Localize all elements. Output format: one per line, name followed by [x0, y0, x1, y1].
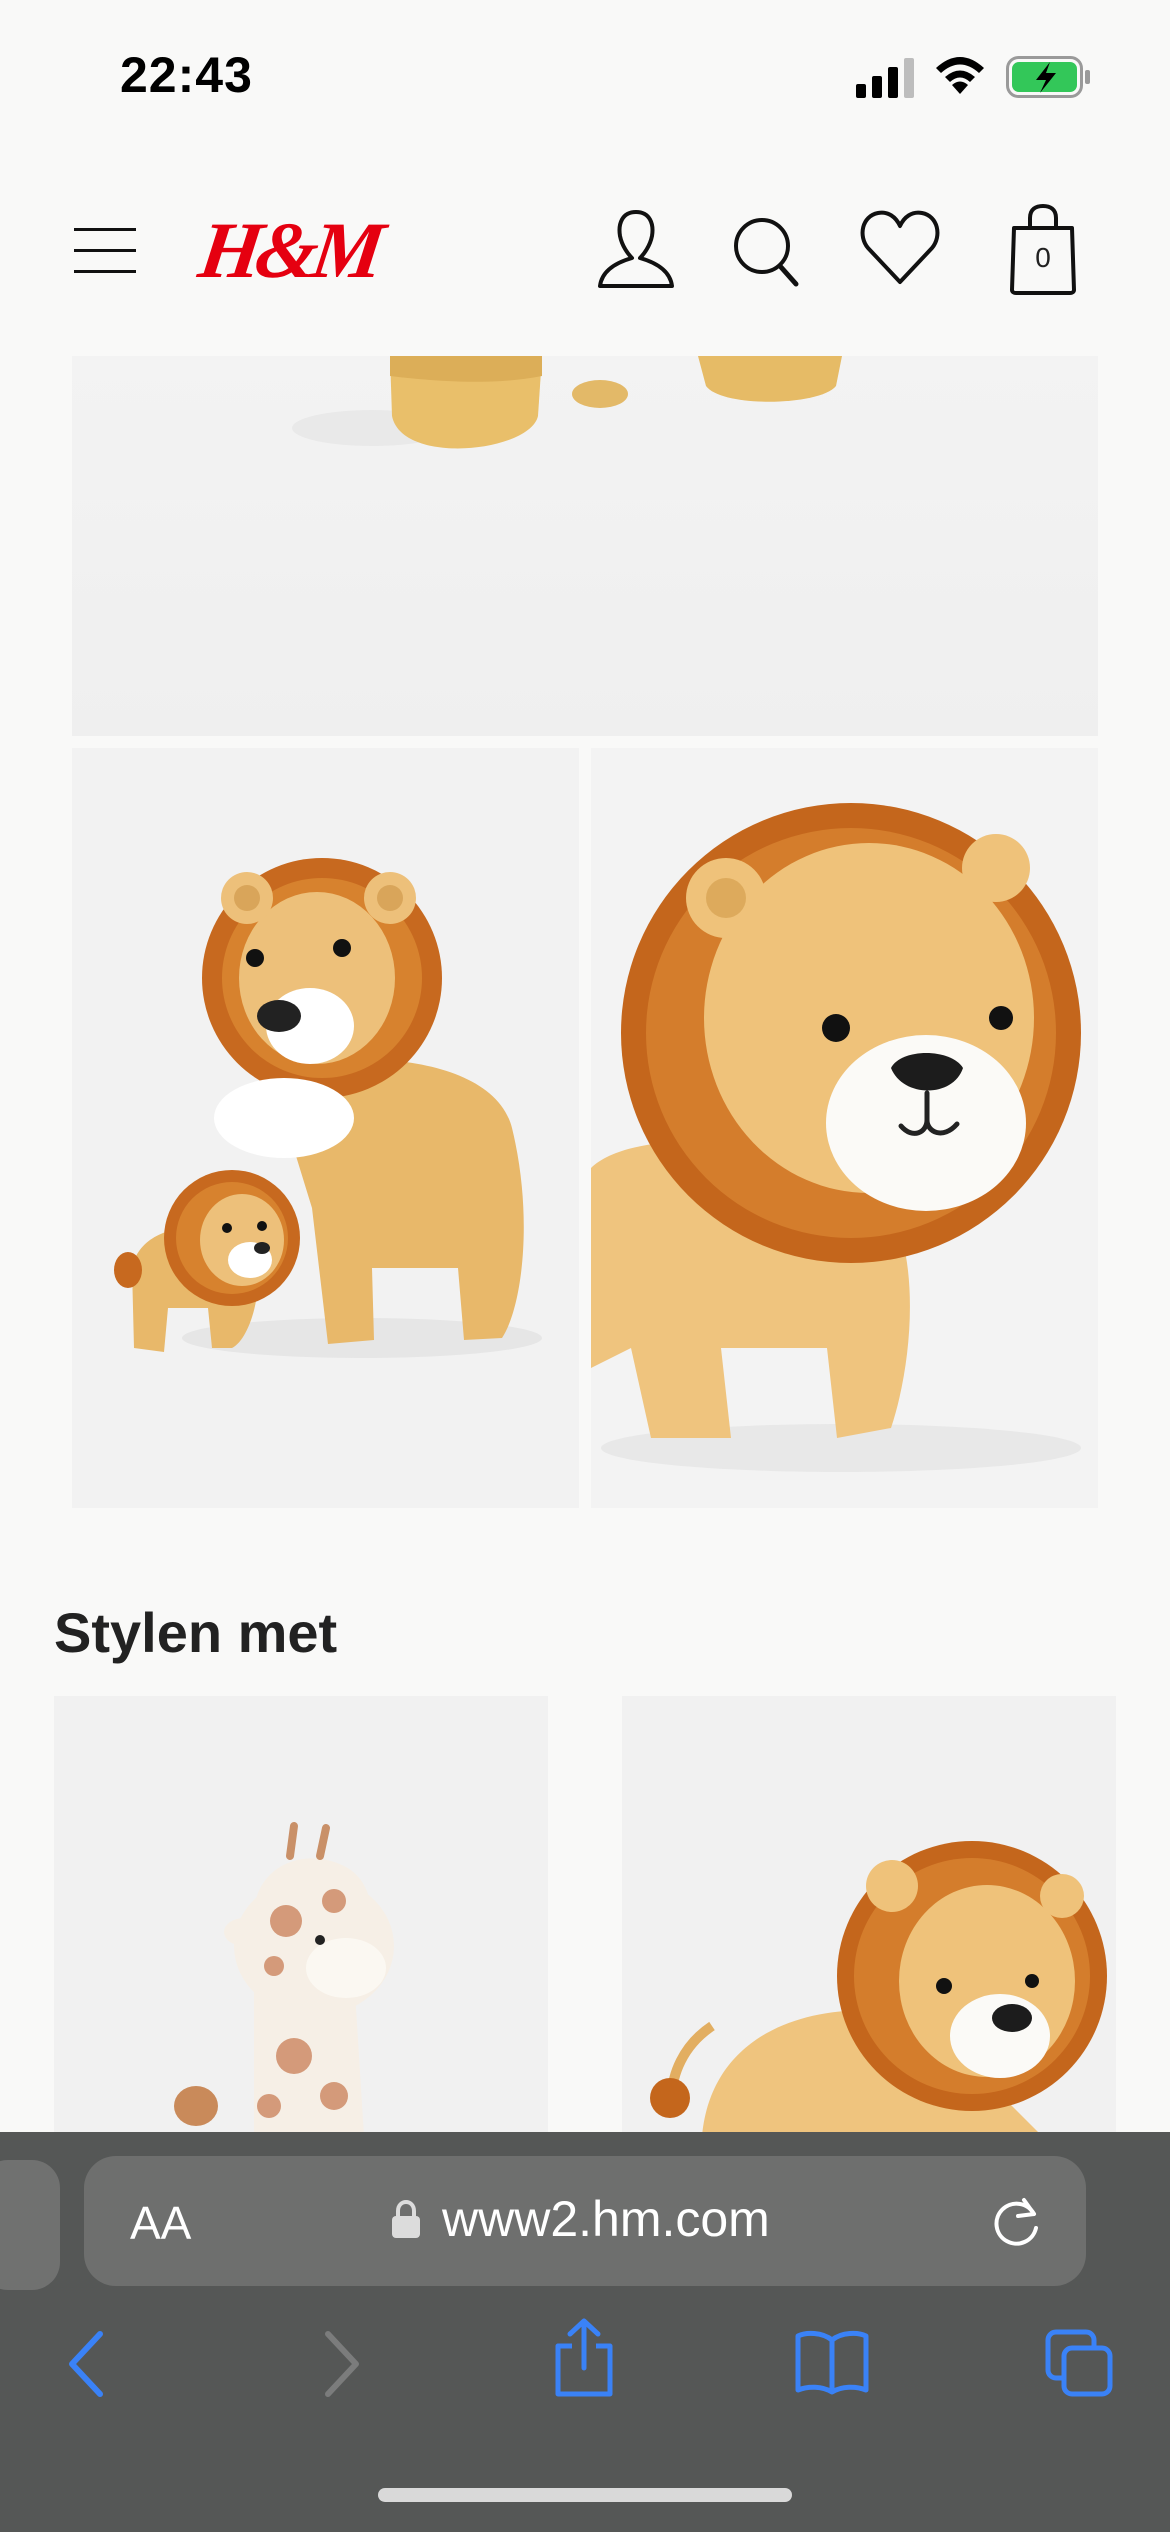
- home-indicator: [378, 2488, 792, 2502]
- previous-tab-peek[interactable]: [0, 2160, 60, 2290]
- browser-toolbar: AA www2.hm.com: [0, 2132, 1170, 2532]
- forward-icon[interactable]: [316, 2328, 366, 2400]
- shopping-bag-button[interactable]: 0: [1008, 204, 1078, 296]
- lion-feet-illustration: [292, 356, 842, 449]
- logo-text: H&M: [193, 207, 384, 295]
- tabs-icon[interactable]: [1044, 2328, 1114, 2398]
- product-image-lion-face[interactable]: [591, 748, 1098, 1508]
- recommendation-card-giraffe[interactable]: [54, 1696, 548, 2136]
- bag-count: 0: [1035, 242, 1051, 273]
- lion-lying-plush-illustration: [622, 1696, 1116, 2136]
- recommendation-card-lion[interactable]: [622, 1696, 1116, 2136]
- back-icon[interactable]: [62, 2328, 112, 2400]
- hm-logo[interactable]: H&M: [194, 206, 384, 296]
- lion-set-illustration: [72, 748, 579, 1508]
- product-image-lion-set[interactable]: [72, 748, 579, 1508]
- address-bar[interactable]: AA www2.hm.com: [84, 2156, 1086, 2286]
- section-title-style-with: Stylen met: [54, 1601, 338, 1664]
- status-bar: 22:43: [0, 0, 1170, 150]
- lock-icon: [392, 2200, 420, 2238]
- account-icon[interactable]: [596, 206, 676, 294]
- heart-icon[interactable]: [858, 206, 942, 288]
- share-icon[interactable]: [552, 2318, 616, 2398]
- site-header: H&M 0: [0, 180, 1170, 350]
- giraffe-plush-illustration: [54, 1696, 548, 2136]
- lion-face-illustration: [591, 748, 1098, 1508]
- cellular-signal-icon: [856, 58, 914, 98]
- text-size-button[interactable]: AA: [130, 2196, 191, 2250]
- bookmarks-icon[interactable]: [794, 2328, 870, 2396]
- url-text: www2.hm.com: [442, 2191, 770, 2247]
- search-icon[interactable]: [730, 210, 802, 292]
- menu-icon[interactable]: [72, 224, 140, 278]
- status-time: 22:43: [120, 47, 253, 103]
- battery-charging-icon: [1006, 56, 1090, 98]
- reload-icon[interactable]: [990, 2194, 1046, 2250]
- wifi-icon: [936, 57, 984, 94]
- product-image-feet[interactable]: [72, 356, 1098, 736]
